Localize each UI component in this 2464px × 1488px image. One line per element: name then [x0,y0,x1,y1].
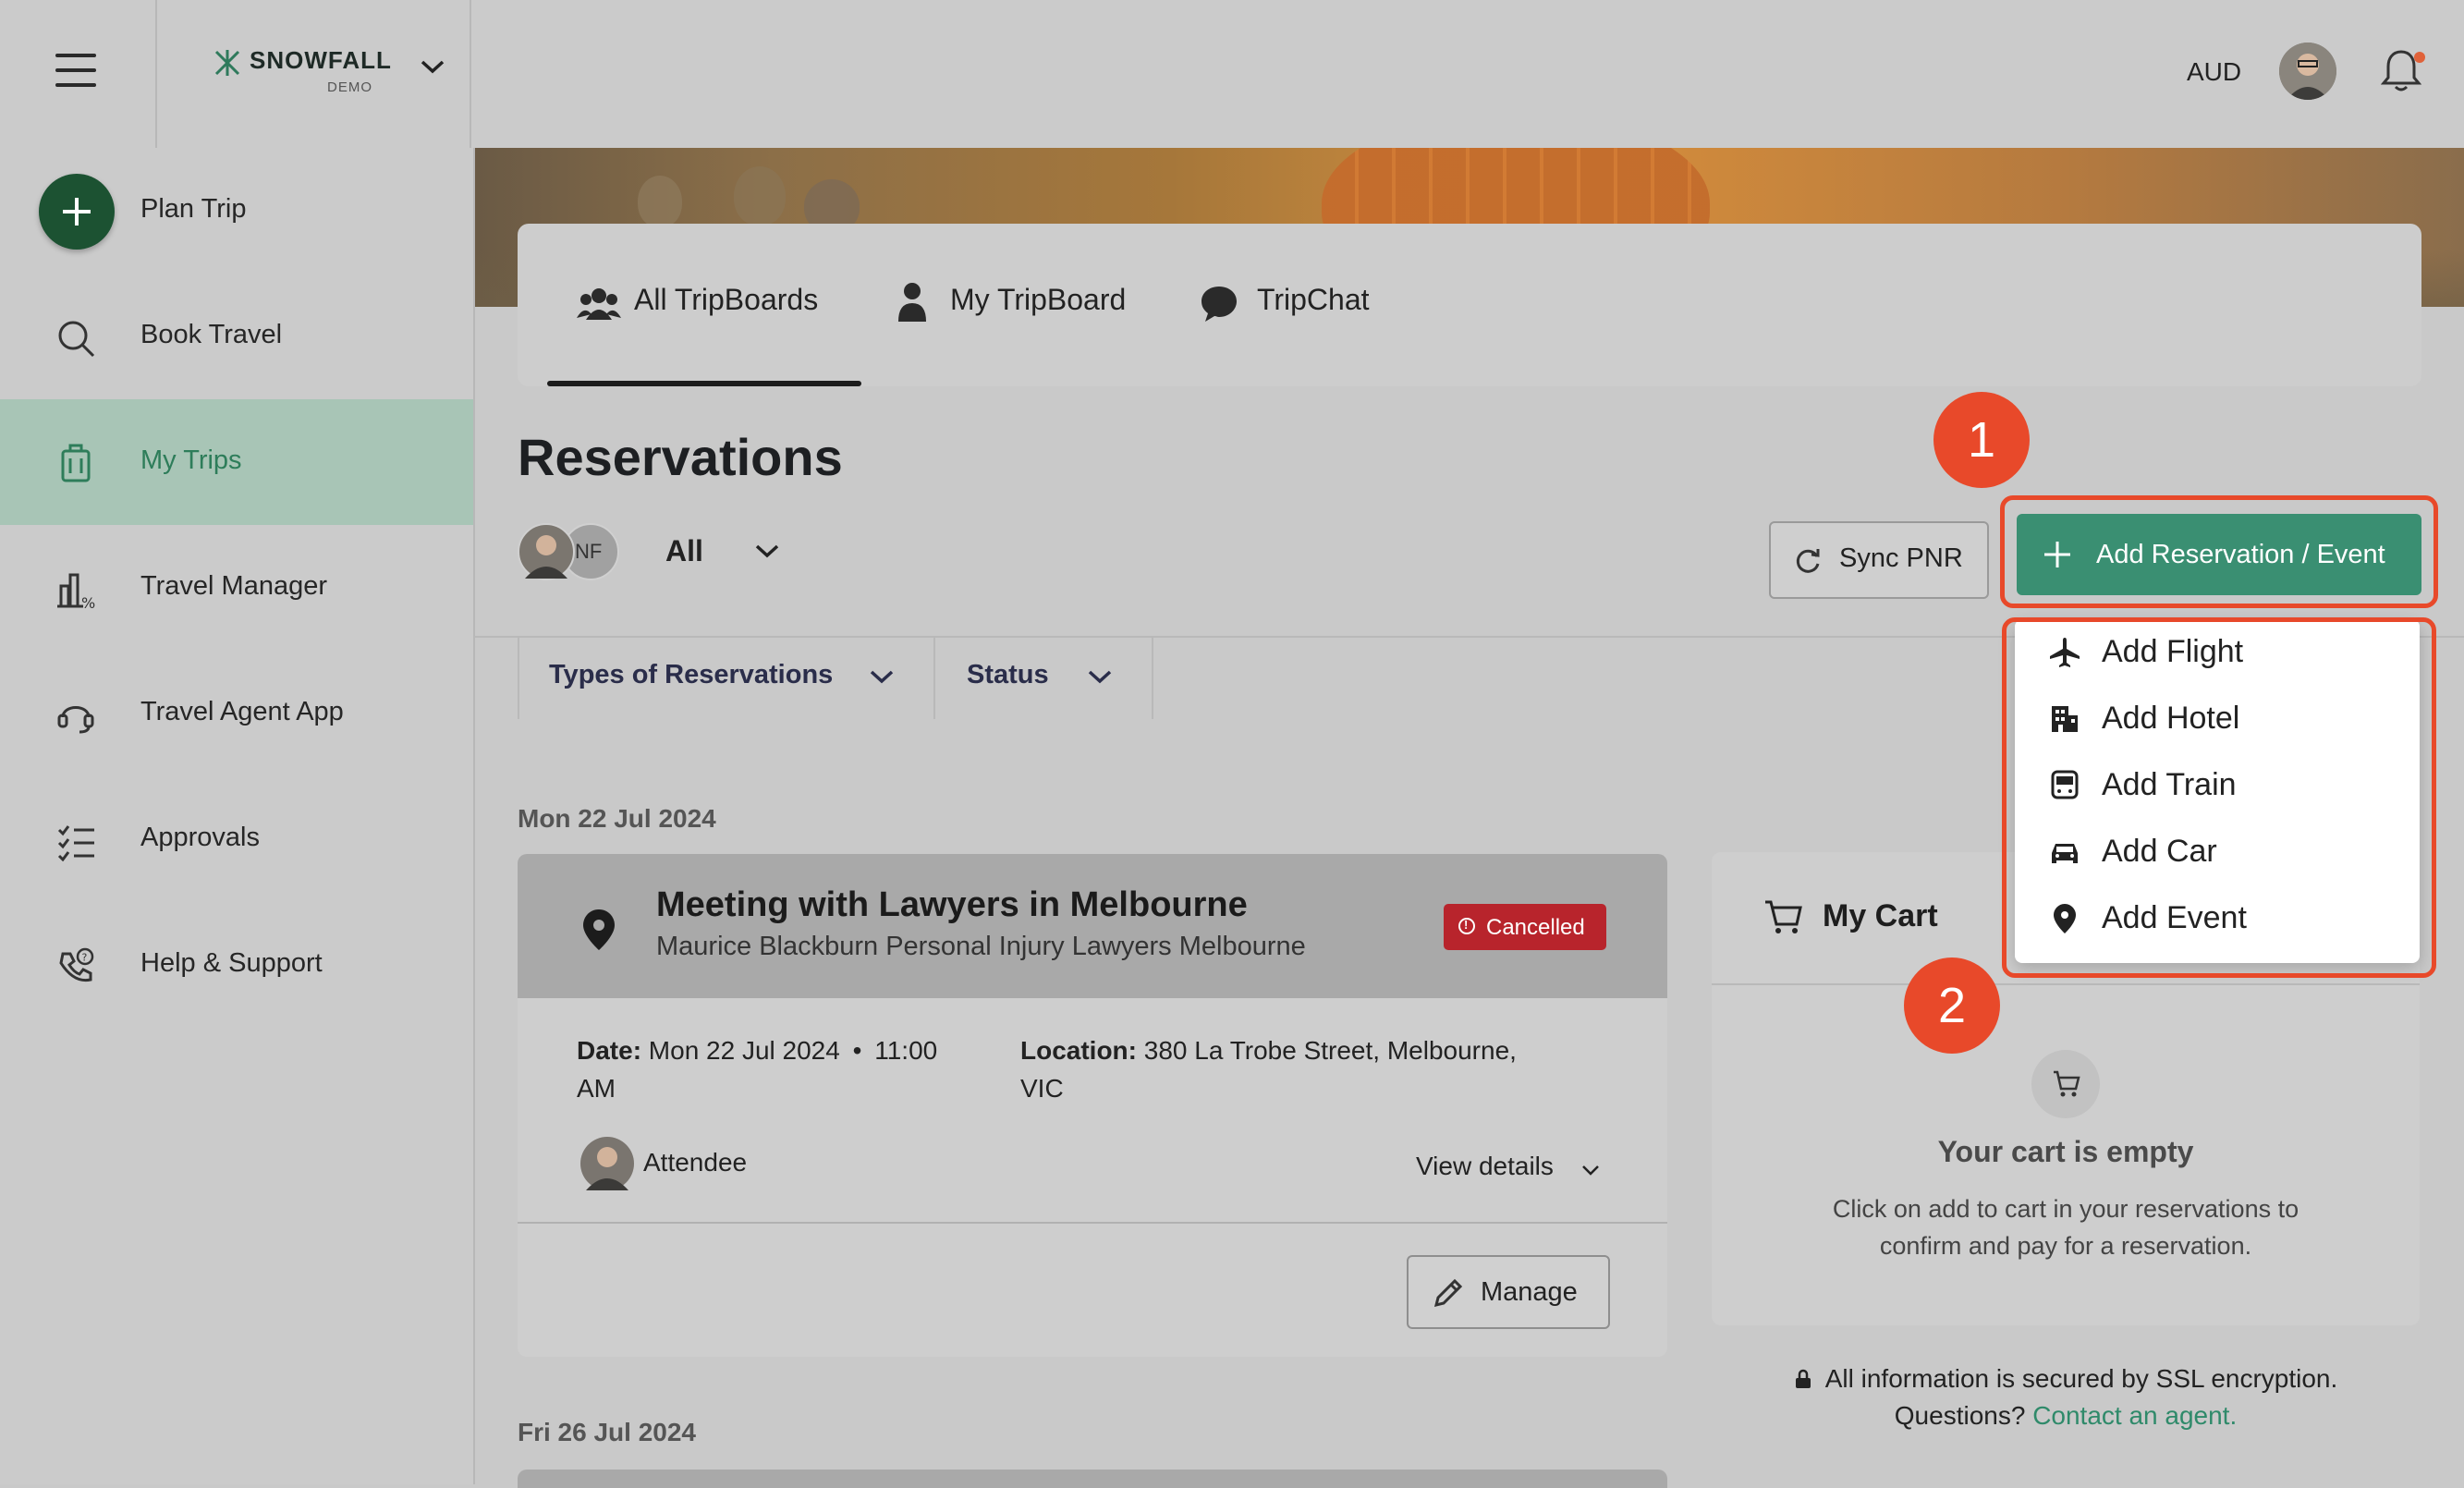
cart-empty-title: Your cart is empty [1937,1135,2194,1168]
filter-types-of-reservations[interactable]: Types of Reservations [518,638,935,719]
user-avatar[interactable] [2279,43,2336,100]
sidebar-item-label: Help & Support [140,948,323,978]
chevron-down-icon[interactable] [1580,1163,1601,1177]
divider [1712,983,2420,985]
filter-label: Status [967,660,1049,689]
reservation-location: Location: 380 La Trobe Street, Melbourne… [1020,1036,1517,1103]
empty-cart-icon [2031,1050,2100,1118]
reservation-card[interactable] [518,1470,1667,1488]
brand-name: SNOWFALL [250,46,392,74]
notification-dot [2414,52,2425,63]
sidebar-item-travel-manager[interactable]: % Travel Manager [0,525,473,651]
reservation-card-header[interactable]: Meeting with Lawyers in Melbourne Mauric… [518,854,1667,998]
date-header: Fri 26 Jul 2024 [518,1418,697,1446]
sidebar-item-label: Travel Agent App [140,697,344,726]
brand-subtitle: DEMO [327,79,372,95]
checklist-icon [57,825,94,861]
tab-all-tripboards[interactable]: All TripBoards [577,281,854,327]
snowflake-logo-icon [214,50,240,76]
sidebar-item-label: Approvals [140,823,260,852]
person-icon [898,283,926,322]
filter-status[interactable]: Status [935,638,1153,719]
svg-text:?: ? [82,952,88,964]
sidebar-item-label: Travel Manager [140,571,328,601]
ssl-note: All information is secured by SSL encryp… [1712,1360,2420,1434]
sidebar-item-my-trips[interactable]: My Trips [0,399,473,525]
sync-pnr-button[interactable]: Sync PNR [1769,521,1989,599]
tab-label: TripChat [1257,283,1370,316]
phone-help-icon: ? [59,947,94,982]
lock-icon [1795,1369,1811,1388]
tab-tripchat[interactable]: TripChat [1200,281,1384,327]
chat-bubble-icon [1202,287,1237,322]
active-tab-indicator [547,381,861,386]
date-header: Mon 22 Jul 2024 [518,804,716,833]
sidebar-item-book-travel[interactable]: Book Travel [0,274,473,399]
brand-switcher[interactable]: SNOWFALL DEMO [155,0,471,148]
sync-pnr-label: Sync PNR [1839,543,1963,573]
cart-empty-text: Click on add to cart in your reservation… [1832,1195,2299,1260]
avatar [580,1137,634,1190]
traveler-filter-select[interactable]: All [665,534,703,568]
location-pin-icon [583,909,615,950]
contact-agent-link[interactable]: Contact an agent. [2032,1401,2237,1430]
sidebar-item-travel-agent-app[interactable]: Travel Agent App [0,651,473,776]
status-badge: Cancelled [1444,904,1606,950]
reservation-card: Meeting with Lawyers in Melbourne Mauric… [518,854,1667,1357]
top-bar: SNOWFALL DEMO AUD [0,0,2464,150]
chevron-down-icon[interactable] [754,542,780,560]
luggage-icon [61,444,91,482]
plus-circle-icon [39,174,115,250]
cart-title: My Cart [1823,898,1938,933]
avatar [518,523,575,580]
page-title: Reservations [518,428,843,486]
svg-text:%: % [81,594,95,610]
cart-icon [1765,900,1802,933]
highlight-box-add-menu [2002,617,2436,978]
manage-button[interactable]: Manage [1407,1255,1610,1329]
sidebar-item-label: Book Travel [140,320,283,349]
hamburger-menu-icon[interactable] [55,54,96,91]
search-icon [58,321,95,358]
reservation-subtitle: Maurice Blackburn Personal Injury Lawyer… [656,932,1306,961]
sidebar-item-help-support[interactable]: ? Help & Support [0,902,473,1028]
sidebar-item-label: Plan Trip [140,194,247,224]
chevron-down-icon[interactable] [420,57,445,76]
sidebar: Plan Trip Book Travel My Trips % Travel … [0,148,475,1484]
people-icon [577,288,621,320]
reservation-date: Date: Mon 22 Jul 2024 • 11:00 AM [577,1036,938,1103]
chevron-down-icon [870,670,894,684]
reservation-title: Meeting with Lawyers in Melbourne [656,885,1248,924]
step-badge-1: 1 [1933,392,2030,488]
sidebar-item-label: My Trips [140,445,242,475]
manage-label: Manage [1481,1277,1578,1307]
sidebar-item-plan-trip[interactable]: Plan Trip [0,148,473,274]
tab-my-tripboard[interactable]: My TripBoard [897,281,1146,327]
refresh-icon [1796,549,1820,573]
tab-label: All TripBoards [634,283,819,316]
tab-label: My TripBoard [950,283,1127,316]
buildings-chart-icon: % [57,573,95,610]
alert-circle-icon [1458,918,1475,934]
sidebar-item-approvals[interactable]: Approvals [0,776,473,902]
filter-label: Types of Reservations [549,660,834,689]
step-badge-2: 2 [1904,957,2000,1054]
chevron-down-icon [1088,670,1112,684]
filter-bar: Types of Reservations Status [518,638,1153,719]
headset-icon [57,706,94,734]
attendee-label: Attendee [643,1148,748,1177]
divider [518,1222,1667,1224]
highlight-box-add-reservation [2000,495,2438,608]
view-details-link[interactable]: View details [1416,1152,1554,1181]
currency-selector[interactable]: AUD [2187,57,2241,87]
pencil-icon [1433,1278,1463,1308]
tripboard-tabs: All TripBoards My TripBoard TripChat [518,224,2421,386]
